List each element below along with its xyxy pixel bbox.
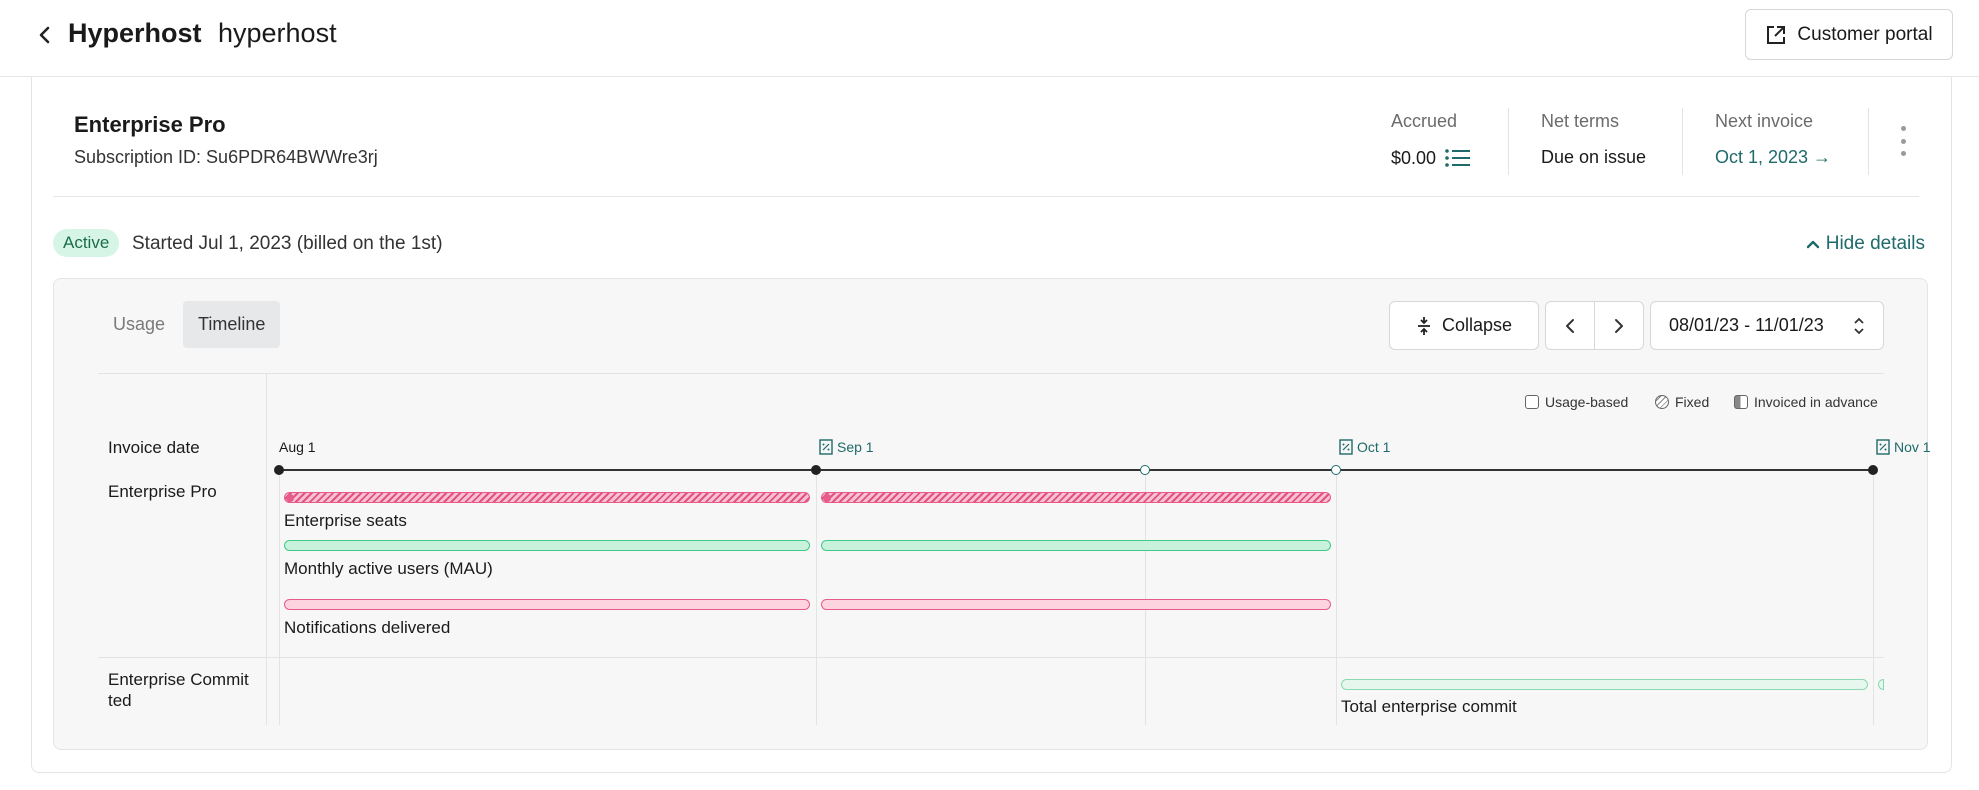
customer-portal-button[interactable]: Customer portal (1745, 9, 1953, 60)
accrued-value: $0.00 (1391, 147, 1437, 168)
chevron-left-icon (1566, 318, 1574, 333)
customer-portal-label: Customer portal (1797, 23, 1933, 45)
metric-divider (1868, 108, 1869, 175)
next-invoice-link[interactable]: Oct 1, 2023 → (1715, 147, 1831, 168)
legend-invoiced-in-advance: Invoiced in advance (1734, 394, 1878, 410)
legend-fixed-label: Fixed (1675, 394, 1710, 410)
enterprise-commit-label: Total enterprise commit (1341, 697, 1517, 716)
date-range-select[interactable]: 08/01/23 - 11/01/23 (1650, 301, 1884, 350)
chevron-right-icon (1615, 318, 1623, 333)
mau-bar[interactable] (284, 540, 810, 551)
accrued-label: Accrued (1391, 111, 1458, 131)
tab-usage[interactable]: Usage (98, 301, 180, 348)
page-title: Hyperhost (68, 18, 202, 48)
chevron-up-icon (1806, 240, 1819, 249)
bar-start-dot (286, 494, 294, 502)
collapse-label: Collapse (1441, 315, 1513, 335)
status-badge: Active (53, 229, 120, 257)
notifications-bar[interactable] (821, 599, 1331, 610)
timeline-axis (277, 469, 1875, 471)
timeline-node (1331, 465, 1341, 475)
enterprise-commit-bar[interactable] (1341, 679, 1868, 690)
date-range-value: 08/01/23 - 11/01/23 (1669, 315, 1824, 335)
enterprise-seats-bar[interactable] (284, 492, 810, 503)
grid-line (1336, 465, 1337, 725)
invoice-icon (819, 439, 833, 455)
date-label-oct-1[interactable]: Oct 1 (1339, 439, 1390, 455)
page-subtitle: hyperhost (218, 18, 337, 48)
hide-details-button[interactable]: Hide details (1806, 233, 1925, 255)
timeline-node (811, 465, 821, 475)
date-text: Nov 1 (1894, 439, 1931, 455)
row-label-enterprise-committed: Enterprise Commit ted (108, 670, 249, 710)
tab-timeline[interactable]: Timeline (183, 301, 281, 348)
grid-line (279, 465, 280, 725)
next-period-button[interactable] (1594, 301, 1644, 350)
enterprise-seats-label: Enterprise seats (284, 511, 407, 530)
next-invoice-label: Next invoice (1715, 111, 1814, 131)
plan-name: Enterprise Pro (74, 112, 226, 137)
row-label-invoice-date: Invoice date (108, 438, 200, 457)
start-date-text: Started Jul 1, 2023 (billed on the 1st) (132, 233, 443, 254)
section-divider (53, 196, 1919, 197)
hide-details-label: Hide details (1825, 233, 1925, 254)
notifications-label: Notifications delivered (284, 618, 451, 637)
legend-advance-label: Invoiced in advance (1754, 394, 1878, 410)
enterprise-commit-bar-continued[interactable] (1878, 679, 1884, 690)
grid-line (816, 465, 817, 725)
date-label-sep-1[interactable]: Sep 1 (819, 439, 874, 455)
mau-label: Monthly active users (MAU) (284, 559, 493, 578)
notifications-bar[interactable] (284, 599, 810, 610)
legend-usage-based-label: Usage-based (1545, 394, 1629, 410)
enterprise-seats-bar[interactable] (821, 492, 1331, 503)
chevron-left-icon (39, 26, 50, 44)
top-bar: Hyperhost hyperhost Customer portal (0, 0, 1979, 77)
collapse-icon (1417, 316, 1430, 335)
grid-line (98, 657, 1884, 658)
net-terms-value: Due on issue (1541, 147, 1647, 167)
date-text: Sep 1 (837, 439, 874, 455)
label-column-divider (266, 373, 267, 725)
legend-fixed: Fixed (1655, 394, 1709, 410)
row-label-enterprise-pro: Enterprise Pro (108, 482, 217, 501)
invoiced-in-advance-icon (1734, 395, 1748, 409)
date-label-aug-1: Aug 1 (279, 439, 316, 455)
date-text: Oct 1 (1357, 439, 1391, 455)
fixed-icon (1655, 395, 1669, 409)
back-button[interactable] (32, 22, 58, 48)
chevron-up-down-icon (1854, 317, 1864, 334)
net-terms-label: Net terms (1541, 111, 1620, 131)
collapse-button[interactable]: Collapse (1389, 301, 1539, 350)
subscription-id: Subscription ID: Su6PDR64BWWre3rj (74, 147, 378, 167)
metric-divider (1682, 108, 1683, 175)
accrued-value-group: $0.00 (1391, 147, 1472, 169)
grid-line (1145, 465, 1146, 725)
grid-line (98, 373, 1884, 374)
legend-usage-based: Usage-based (1525, 394, 1628, 410)
metric-divider (1508, 108, 1509, 175)
mau-bar[interactable] (821, 540, 1331, 551)
date-label-nov-1[interactable]: Nov 1 (1876, 439, 1931, 455)
previous-period-button[interactable] (1545, 301, 1595, 350)
timeline-node (1868, 465, 1878, 475)
external-link-icon (1767, 25, 1786, 44)
invoice-icon (1339, 439, 1353, 455)
more-options-button[interactable] (1896, 126, 1910, 156)
timeline-node (274, 465, 284, 475)
list-icon[interactable] (1444, 147, 1472, 169)
usage-based-icon (1525, 395, 1539, 409)
grid-line (1873, 465, 1874, 725)
bar-start-dot (823, 494, 831, 502)
date-text: Aug 1 (279, 439, 316, 455)
timeline-node (1140, 465, 1150, 475)
invoice-icon (1876, 439, 1890, 455)
